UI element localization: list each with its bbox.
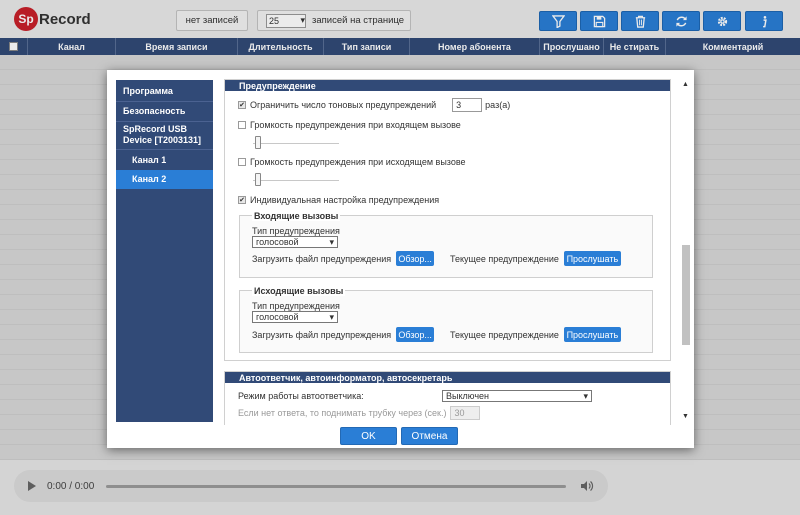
scroll-down-icon[interactable]: ▼ bbox=[682, 413, 689, 420]
autoanswer-section: Автоответчик, автоинформатор, автосекрет… bbox=[224, 371, 671, 425]
scroll-thumb[interactable] bbox=[682, 245, 690, 345]
limit-warnings-label: Ограничить число тоновых предупреждений bbox=[250, 100, 437, 110]
incoming-browse-button[interactable]: Обзор... bbox=[396, 251, 435, 266]
sidebar-item-channel-2[interactable]: Канал 2 bbox=[116, 170, 213, 189]
outgoing-listen-button[interactable]: Прослушать bbox=[563, 327, 621, 342]
scroll-up-icon[interactable]: ▲ bbox=[682, 81, 689, 88]
sidebar-divider bbox=[116, 121, 213, 122]
autoanswer-rings-input[interactable]: 30 bbox=[450, 406, 481, 420]
sidebar-item-program[interactable]: Программа bbox=[116, 84, 213, 98]
outgoing-calls-group: Исходящие вызовы Тип предупреждения голо… bbox=[239, 286, 653, 353]
limit-warnings-input[interactable]: 3 bbox=[452, 98, 483, 112]
sidebar-divider bbox=[116, 149, 213, 150]
outgoing-type-select[interactable]: голосовой ▾ bbox=[252, 311, 338, 323]
outgoing-upload-label: Загрузить файл предупреждения bbox=[252, 329, 392, 340]
incoming-type-block: Тип предупреждения голосовой ▾ bbox=[252, 226, 340, 248]
autoanswer-mode-value: Выключен bbox=[446, 391, 489, 401]
autoanswer-mode-select[interactable]: Выключен ▾ bbox=[442, 390, 592, 402]
autoanswer-rings-label: Если нет ответа, то поднимать трубку чер… bbox=[238, 408, 447, 418]
outgoing-type-label: Тип предупреждения bbox=[252, 301, 340, 311]
warning-section-title: Предупреждение bbox=[225, 80, 670, 91]
outgoing-volume-label: Громкость предупреждения при исходящем в… bbox=[250, 157, 466, 167]
individual-setting-label: Индивидуальная настройка предупреждения bbox=[250, 195, 440, 205]
settings-content: Предупреждение ✔ Ограничить число тоновы… bbox=[224, 79, 679, 425]
autoanswer-mode-label: Режим работы автоответчика: bbox=[238, 391, 364, 401]
limit-warnings-row: ✔ Ограничить число тоновых предупреждени… bbox=[238, 98, 510, 112]
outgoing-volume-slider[interactable] bbox=[255, 173, 261, 186]
ok-button[interactable]: OK bbox=[340, 427, 397, 445]
incoming-volume-track bbox=[253, 143, 339, 144]
autoanswer-mode-row: Режим работы автоответчика: Выключен ▾ bbox=[238, 390, 592, 402]
incoming-calls-legend: Входящие вызовы bbox=[252, 211, 341, 221]
outgoing-volume-row: Громкость предупреждения при исходящем в… bbox=[238, 157, 466, 167]
chevron-down-icon: ▾ bbox=[583, 390, 588, 401]
cancel-button[interactable]: Отмена bbox=[401, 427, 458, 445]
incoming-volume-label: Громкость предупреждения при входящем вы… bbox=[250, 120, 461, 130]
incoming-type-select[interactable]: голосовой ▾ bbox=[252, 236, 338, 248]
settings-sidebar: Программа Безопасность SpRecord USB Devi… bbox=[116, 80, 213, 422]
outgoing-type-block: Тип предупреждения голосовой ▾ bbox=[252, 301, 340, 323]
autoanswer-rings-row: Если нет ответа, то поднимать трубку чер… bbox=[238, 406, 483, 420]
incoming-current-label: Текущее предупреждение bbox=[450, 253, 559, 264]
incoming-upload-label: Загрузить файл предупреждения bbox=[252, 253, 392, 264]
outgoing-type-value: голосовой bbox=[256, 312, 299, 322]
outgoing-browse-button[interactable]: Обзор... bbox=[396, 327, 435, 342]
outgoing-current-label: Текущее предупреждение bbox=[450, 329, 559, 340]
incoming-volume-checkbox[interactable] bbox=[238, 121, 246, 129]
warning-section: Предупреждение ✔ Ограничить число тоновы… bbox=[224, 79, 671, 361]
limit-warnings-checkbox[interactable]: ✔ bbox=[238, 101, 246, 109]
incoming-upload-row: Загрузить файл предупреждения Обзор... bbox=[252, 251, 435, 266]
chevron-down-icon: ▾ bbox=[329, 236, 334, 247]
outgoing-volume-track bbox=[253, 180, 339, 181]
outgoing-current-row: Текущее предупреждение Прослушать bbox=[450, 327, 621, 342]
incoming-volume-row: Громкость предупреждения при входящем вы… bbox=[238, 120, 461, 130]
sidebar-divider bbox=[116, 101, 213, 102]
chevron-down-icon: ▾ bbox=[329, 311, 334, 322]
outgoing-upload-row: Загрузить файл предупреждения Обзор... bbox=[252, 327, 435, 342]
incoming-listen-button[interactable]: Прослушать bbox=[563, 251, 621, 266]
sidebar-item-channel-1[interactable]: Канал 1 bbox=[116, 152, 213, 168]
incoming-type-value: голосовой bbox=[256, 237, 299, 247]
outgoing-calls-legend: Исходящие вызовы bbox=[252, 286, 346, 296]
incoming-current-row: Текущее предупреждение Прослушать bbox=[450, 251, 621, 266]
incoming-volume-slider[interactable] bbox=[255, 136, 261, 149]
individual-setting-checkbox[interactable]: ✔ bbox=[238, 196, 246, 204]
autoanswer-section-title: Автоответчик, автоинформатор, автосекрет… bbox=[225, 372, 670, 383]
incoming-type-label: Тип предупреждения bbox=[252, 226, 340, 236]
individual-setting-row: ✔ Индивидуальная настройка предупреждени… bbox=[238, 195, 439, 205]
sidebar-item-security[interactable]: Безопасность bbox=[116, 104, 213, 118]
incoming-calls-group: Входящие вызовы Тип предупреждения голос… bbox=[239, 211, 653, 278]
settings-scrollbar[interactable]: ▲ ▼ bbox=[681, 79, 691, 425]
settings-dialog: Программа Безопасность SpRecord USB Devi… bbox=[107, 70, 694, 448]
sidebar-item-device[interactable]: SpRecord USB Device [T2003131] bbox=[116, 124, 213, 148]
outgoing-volume-checkbox[interactable] bbox=[238, 158, 246, 166]
limit-warnings-unit: раз(а) bbox=[485, 100, 511, 110]
